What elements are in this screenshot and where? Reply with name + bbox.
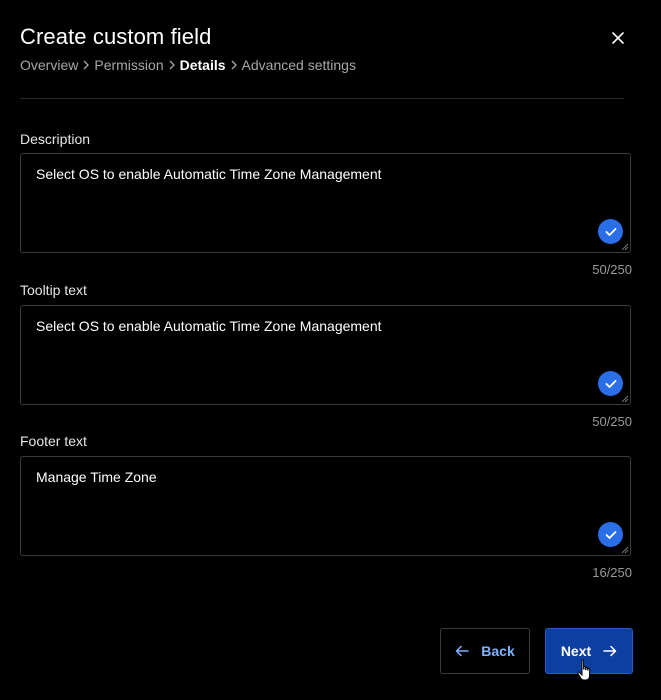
arrow-right-icon: [603, 645, 617, 657]
breadcrumb-item-permission[interactable]: Permission: [94, 57, 163, 73]
check-circle-icon: [598, 522, 623, 547]
footer-text-counter: 16/250: [592, 565, 632, 580]
chevron-right-icon: [168, 60, 176, 70]
check-circle-icon: [598, 219, 623, 244]
tooltip-text-label: Tooltip text: [20, 282, 87, 298]
resize-handle-icon[interactable]: [621, 243, 629, 251]
description-value: Select OS to enable Automatic Time Zone …: [36, 166, 382, 182]
page-title: Create custom field: [20, 24, 212, 49]
tooltip-text-counter: 50/250: [592, 414, 632, 429]
back-button[interactable]: Back: [440, 628, 530, 674]
tooltip-text-value: Select OS to enable Automatic Time Zone …: [36, 318, 382, 334]
breadcrumb-item-overview[interactable]: Overview: [20, 57, 78, 73]
description-textarea[interactable]: Select OS to enable Automatic Time Zone …: [20, 153, 631, 253]
resize-handle-icon[interactable]: [621, 395, 629, 403]
hand-pointer-icon: [577, 659, 591, 681]
check-circle-icon: [598, 371, 623, 396]
tooltip-text-textarea[interactable]: Select OS to enable Automatic Time Zone …: [20, 305, 631, 405]
chevron-right-icon: [82, 60, 90, 70]
close-icon: [612, 32, 624, 44]
resize-handle-icon[interactable]: [621, 546, 629, 554]
footer-text-label: Footer text: [20, 433, 87, 449]
footer-text-textarea[interactable]: Manage Time Zone: [20, 456, 631, 556]
close-button[interactable]: [606, 26, 630, 50]
chevron-right-icon: [230, 60, 238, 70]
breadcrumb-item-advanced-settings[interactable]: Advanced settings: [242, 57, 356, 73]
footer-text-value: Manage Time Zone: [36, 469, 157, 485]
back-button-label: Back: [481, 643, 515, 659]
arrow-left-icon: [455, 645, 470, 657]
description-label: Description: [20, 131, 91, 147]
description-counter: 50/250: [592, 262, 632, 277]
next-button-label: Next: [560, 643, 592, 659]
header-divider: [20, 98, 624, 99]
breadcrumb: Overview Permission Details Advanced set…: [20, 57, 356, 73]
breadcrumb-item-details: Details: [179, 57, 226, 73]
